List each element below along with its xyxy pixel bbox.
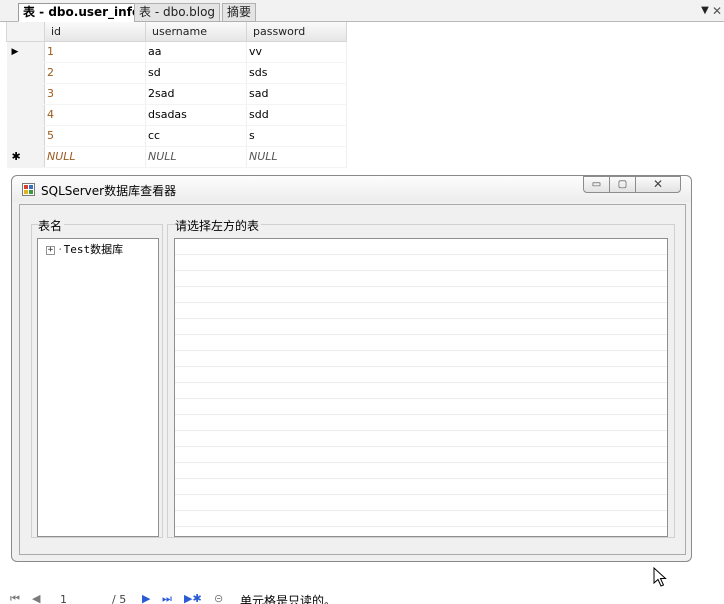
cell-password[interactable]: NULL — [246, 146, 347, 168]
close-button[interactable]: ✕ — [635, 176, 681, 193]
column-header-username[interactable]: username — [145, 22, 247, 42]
cell-username[interactable]: 2sad — [145, 83, 247, 105]
maximize-icon: ▢ — [617, 179, 628, 190]
expand-icon[interactable]: + — [46, 245, 55, 255]
table-data-view[interactable] — [174, 238, 668, 537]
window-client-area: 表名 请选择左方的表 + ·Test数据库 — [19, 204, 686, 555]
next-record-icon[interactable]: ▶ — [142, 593, 150, 604]
minimize-icon: ▭ — [591, 179, 602, 190]
previous-record-icon[interactable]: ◀ — [32, 593, 40, 604]
tab-user-info[interactable]: 表 - dbo.user_info — [18, 3, 146, 22]
table-row[interactable]: 3 2sad sad — [6, 83, 347, 105]
maximize-button[interactable]: ▢ — [609, 176, 636, 193]
row-selector[interactable] — [6, 62, 45, 84]
close-icon[interactable]: ✕ — [710, 3, 724, 19]
cell-id[interactable]: NULL — [44, 146, 146, 168]
current-row-indicator-icon[interactable]: ▶ — [6, 41, 45, 63]
cell-id[interactable]: 4 — [44, 104, 146, 126]
row-selector[interactable] — [6, 104, 45, 126]
tree-node-label[interactable]: Test数据库 — [64, 243, 124, 256]
window-title-bar[interactable]: SQLServer数据库查看器 ▭ ▢ ✕ — [12, 176, 691, 202]
table-row[interactable]: 5 cc s — [6, 125, 347, 147]
row-selector[interactable] — [6, 83, 45, 105]
cell-id[interactable]: 2 — [44, 62, 146, 84]
cell-username[interactable]: aa — [145, 41, 247, 63]
window-title: SQLServer数据库查看器 — [41, 184, 177, 198]
table-name-group-label: 表名 — [38, 217, 65, 234]
app-icon — [22, 183, 35, 196]
tab-summary[interactable]: 摘要 — [222, 3, 257, 22]
stop-icon[interactable]: ⊝ — [214, 593, 223, 604]
first-record-icon[interactable]: ⏮ — [10, 593, 20, 604]
table-content-group-label: 请选择左方的表 — [175, 217, 262, 234]
status-text: 单元格是只读的。 — [240, 594, 337, 604]
cell-username[interactable]: NULL — [145, 146, 247, 168]
database-tree[interactable]: + ·Test数据库 — [37, 238, 159, 537]
cell-id[interactable]: 3 — [44, 83, 146, 105]
grid-header-row: id username password — [6, 22, 347, 42]
cell-password[interactable]: s — [246, 125, 347, 147]
cell-password[interactable]: sad — [246, 83, 347, 105]
current-record-field[interactable]: 1 — [60, 593, 67, 604]
cell-password[interactable]: sds — [246, 62, 347, 84]
table-row[interactable]: 4 dsadas sdd — [6, 104, 347, 126]
column-header-id[interactable]: id — [44, 22, 146, 42]
last-record-icon[interactable]: ⏭ — [162, 593, 172, 604]
record-total: / 5 — [112, 593, 127, 604]
table-row[interactable]: 2 sd sds — [6, 62, 347, 84]
close-icon: ✕ — [652, 177, 664, 191]
table-row[interactable]: ▶ 1 aa vv — [6, 41, 347, 63]
cell-password[interactable]: vv — [246, 41, 347, 63]
cell-username[interactable]: cc — [145, 125, 247, 147]
mouse-cursor-icon — [653, 567, 667, 587]
new-row-indicator-icon[interactable]: ✱ — [6, 146, 45, 168]
column-header-password[interactable]: password — [246, 22, 347, 42]
tab-blog[interactable]: 表 - dbo.blog — [134, 3, 221, 22]
sqlserver-viewer-window: SQLServer数据库查看器 ▭ ▢ ✕ 表名 请选择左方的表 + ·Test数… — [11, 175, 692, 562]
minimize-button[interactable]: ▭ — [583, 176, 610, 193]
tree-node-test-db[interactable]: + ·Test数据库 — [46, 241, 123, 257]
cell-password[interactable]: sdd — [246, 104, 347, 126]
cell-id[interactable]: 1 — [44, 41, 146, 63]
results-grid: id username password ▶ 1 aa vv 2 sd sds … — [6, 22, 347, 168]
record-navigator: ⏮ ◀ 1 / 5 ▶ ⏭ ▶✱ ⊝ 单元格是只读的。 — [0, 592, 724, 604]
document-tab-strip: 表 - dbo.user_info 表 - dbo.blog 摘要 ▼ ✕ — [0, 0, 724, 22]
row-selector-header[interactable] — [6, 22, 45, 42]
new-record-icon[interactable]: ▶✱ — [184, 593, 202, 604]
new-row[interactable]: ✱ NULL NULL NULL — [6, 146, 347, 168]
row-selector[interactable] — [6, 125, 45, 147]
cell-username[interactable]: dsadas — [145, 104, 247, 126]
cell-id[interactable]: 5 — [44, 125, 146, 147]
cell-username[interactable]: sd — [145, 62, 247, 84]
